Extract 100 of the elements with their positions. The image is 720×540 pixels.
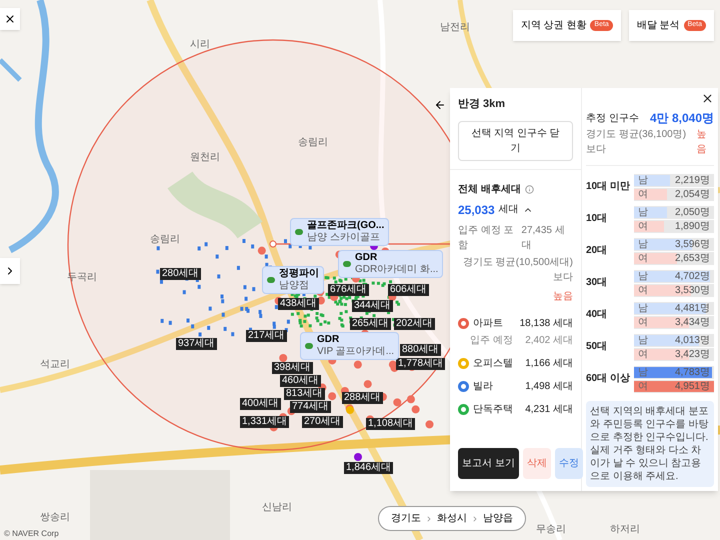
- poi-callout[interactable]: 정평파이 남양점: [262, 266, 324, 294]
- gender-label: 남: [638, 368, 648, 378]
- household-count-tag[interactable]: 880세대: [400, 344, 441, 356]
- estimate-note: 선택 지역의 배후세대 분포와 주민등록 인구수를 바탕으로 추정한 인구수입니다. 실제 거주 형태와 다소 차이가 날 수 있으니 참고용으로 이용해 주세요.: [586, 401, 714, 487]
- poi-title: GDR: [355, 252, 378, 264]
- age-label: 20대: [586, 245, 608, 258]
- place-label: 시리: [190, 38, 210, 52]
- place-label: 원천리: [190, 151, 220, 165]
- population-value: 4,702명: [674, 272, 710, 282]
- gender-label: 남: [638, 272, 648, 282]
- population-value: 3,434명: [674, 318, 710, 328]
- poi-title: GDR: [317, 334, 340, 346]
- household-count-tag[interactable]: 400세대: [240, 398, 281, 410]
- back-arrow-icon: [434, 99, 446, 111]
- gender-label: 여: [638, 190, 648, 200]
- type-label: 빌라: [473, 380, 493, 394]
- type-value: 1,498 세대: [525, 380, 573, 394]
- place-label: 신남리: [262, 501, 292, 515]
- household-count-tag[interactable]: 676세대: [328, 284, 369, 296]
- household-count-tag[interactable]: 1,778세대: [396, 358, 446, 370]
- household-count-tag[interactable]: 280세대: [160, 268, 201, 280]
- compare-result: 높음: [696, 128, 708, 157]
- chevron-right-icon: [425, 514, 433, 522]
- household-count-tag[interactable]: 813세대: [284, 388, 325, 400]
- breadcrumb-item[interactable]: 경기도: [391, 511, 421, 526]
- place-label: 송림리: [298, 136, 328, 150]
- age-label: 50대: [586, 341, 608, 354]
- type-value: 4,231 세대: [525, 402, 573, 416]
- age-label: 30대: [586, 277, 608, 290]
- household-count-tag[interactable]: 1,846세대: [344, 462, 394, 474]
- household-count-tag[interactable]: 398세대: [272, 362, 313, 374]
- type-label: 단독주택: [473, 402, 513, 416]
- household-count-tag[interactable]: 438세대: [278, 298, 319, 310]
- sub-value: 2,402 세대: [525, 334, 573, 348]
- age-label: 10대: [586, 213, 608, 226]
- gender-label: 남: [638, 240, 648, 250]
- close-population-button[interactable]: 선택 지역 인구수 닫기: [458, 120, 573, 160]
- poi-callout[interactable]: GDR VIP 골프아카데...: [300, 332, 400, 360]
- gender-label: 여: [638, 350, 648, 360]
- info-icon[interactable]: [524, 184, 534, 194]
- age-label: 60대 이상: [586, 373, 630, 386]
- population-value: 4,481명: [674, 304, 710, 314]
- gender-label: 여: [638, 254, 648, 264]
- household-count-tag[interactable]: 774세대: [290, 401, 331, 413]
- poi-callout[interactable]: GDR GDR아카데미 화...: [338, 250, 444, 278]
- household-count-tag[interactable]: 288세대: [342, 392, 383, 404]
- population-value: 3,596명: [674, 240, 710, 250]
- copyright-text: © NAVER Corp: [4, 528, 59, 540]
- poi-subtitle: GDR아카데미 화...: [355, 264, 438, 276]
- population-label: 추정 인구수: [586, 112, 639, 126]
- gender-label: 여: [638, 382, 648, 392]
- compare-text: 경기도 평균(36,100명) 보다: [586, 128, 688, 157]
- place-label: 무송리: [536, 523, 566, 537]
- type-label: 아파트: [473, 316, 503, 330]
- type-value: 18,138 세대: [520, 316, 573, 330]
- age-label: 40대: [586, 309, 608, 322]
- household-count-tag[interactable]: 606세대: [388, 284, 429, 296]
- household-count-tag[interactable]: 265세대: [350, 318, 391, 330]
- poi-title: 골프존파크(GO...: [307, 220, 384, 232]
- household-count-tag[interactable]: 460세대: [280, 375, 321, 387]
- population-value: 1,890명: [674, 222, 710, 232]
- gender-label: 남: [638, 304, 648, 314]
- report-button[interactable]: 보고서 보기: [458, 448, 519, 479]
- population-value: 3,423명: [674, 350, 710, 360]
- total-value: 25,033: [458, 202, 495, 218]
- household-count-tag[interactable]: 1,108세대: [366, 418, 416, 430]
- gender-label: 남: [638, 336, 648, 346]
- poi-title: 정평파이: [279, 268, 319, 280]
- sub-label: 입주 예정: [470, 334, 513, 348]
- population-value: 2,219명: [674, 176, 710, 186]
- type-label: 오피스텔: [473, 356, 513, 370]
- breadcrumb-item[interactable]: 남양읍: [483, 511, 513, 526]
- place-label: 쌍송리: [40, 511, 70, 525]
- household-count-tag[interactable]: 344세대: [352, 300, 393, 312]
- age-label: 10대 미만: [586, 181, 630, 194]
- gender-label: 여: [638, 318, 648, 328]
- poi-callout[interactable]: 골프존파크(GO... 남양 스카이골프: [290, 218, 390, 246]
- population-value: 2,653명: [674, 254, 710, 264]
- household-count-tag[interactable]: 270세대: [302, 416, 343, 428]
- poi-subtitle: 남양 스카이골프: [307, 232, 381, 244]
- close-button[interactable]: [0, 8, 20, 30]
- radius-title: 반경 3km: [458, 97, 506, 112]
- household-count-tag[interactable]: 217세대: [246, 330, 287, 342]
- population-value: 4,783명: [674, 368, 710, 378]
- place-label: 하저리: [610, 523, 640, 537]
- population-value: 2,050명: [674, 208, 710, 218]
- gender-label: 여: [638, 286, 648, 296]
- close-icon: [4, 13, 16, 25]
- breadcrumb-item[interactable]: 화성시: [437, 511, 467, 526]
- included-label: 입주 예정 포함: [458, 224, 515, 252]
- gender-label: 여: [638, 222, 648, 232]
- total-unit: 세대: [498, 203, 519, 217]
- poi-subtitle: 남양점: [279, 280, 310, 292]
- household-count-tag[interactable]: 937세대: [176, 338, 217, 350]
- total-label: 전체 배후세대: [458, 182, 521, 196]
- poi-subtitle: VIP 골프아카데...: [317, 346, 394, 358]
- household-count-tag[interactable]: 202세대: [394, 318, 435, 330]
- included-value: 27,435 세대: [521, 224, 566, 252]
- close-icon[interactable]: [701, 92, 714, 105]
- household-count-tag[interactable]: 1,331세대: [240, 416, 290, 428]
